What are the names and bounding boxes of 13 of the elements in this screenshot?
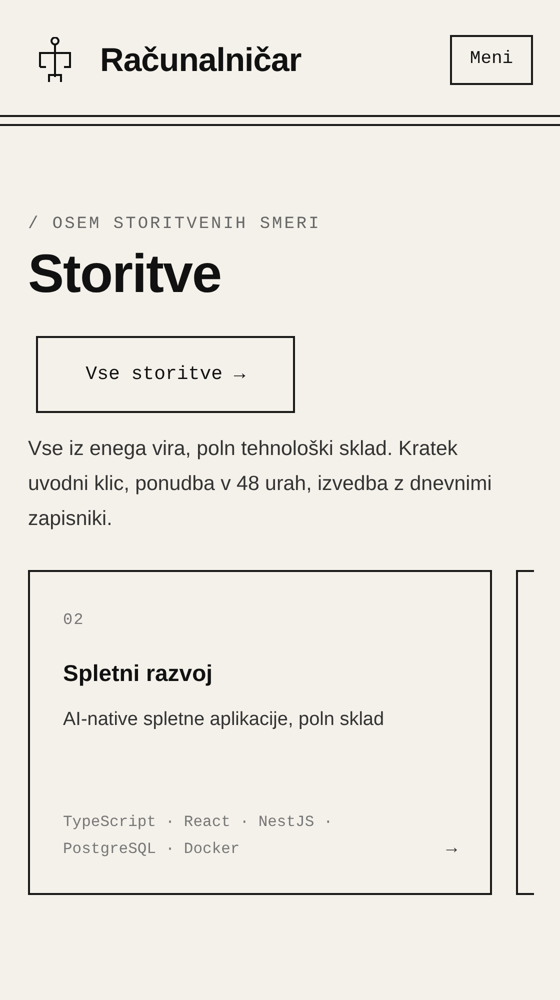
card-title: Spletni razvoj — [63, 658, 214, 688]
section-title: Storitve — [28, 242, 222, 306]
all-services-button[interactable]: Vse storitve → — [36, 336, 295, 412]
intro-paragraph: Vse iz enega vira, poln tehnološki sklad. Kratek uvodni klic, ponudba v 48 urah, izvedba z dnevnimi zapisniki. — [28, 436, 493, 532]
robot-logo-icon — [38, 36, 72, 82]
card-number: 02 — [63, 610, 86, 630]
section-eyebrow: / OSEM STORITVENIH SMERI — [28, 214, 322, 236]
tech-stack: TypeScript · React · NestJS · PostgreSQL · Docker — [63, 812, 334, 860]
card-description: AI-native spletne aplikacije, poln sklad — [63, 708, 386, 732]
brand-name[interactable]: Računalničar — [100, 34, 302, 84]
menu-button[interactable]: Meni — [450, 34, 533, 84]
service-card[interactable]: 02 Spletni razvoj AI-native spletne aplikacije, poln sklad TypeScript · React · NestJS · PostgreSQL · Docker → — [28, 570, 492, 894]
arrow-link[interactable]: → — [446, 836, 457, 862]
